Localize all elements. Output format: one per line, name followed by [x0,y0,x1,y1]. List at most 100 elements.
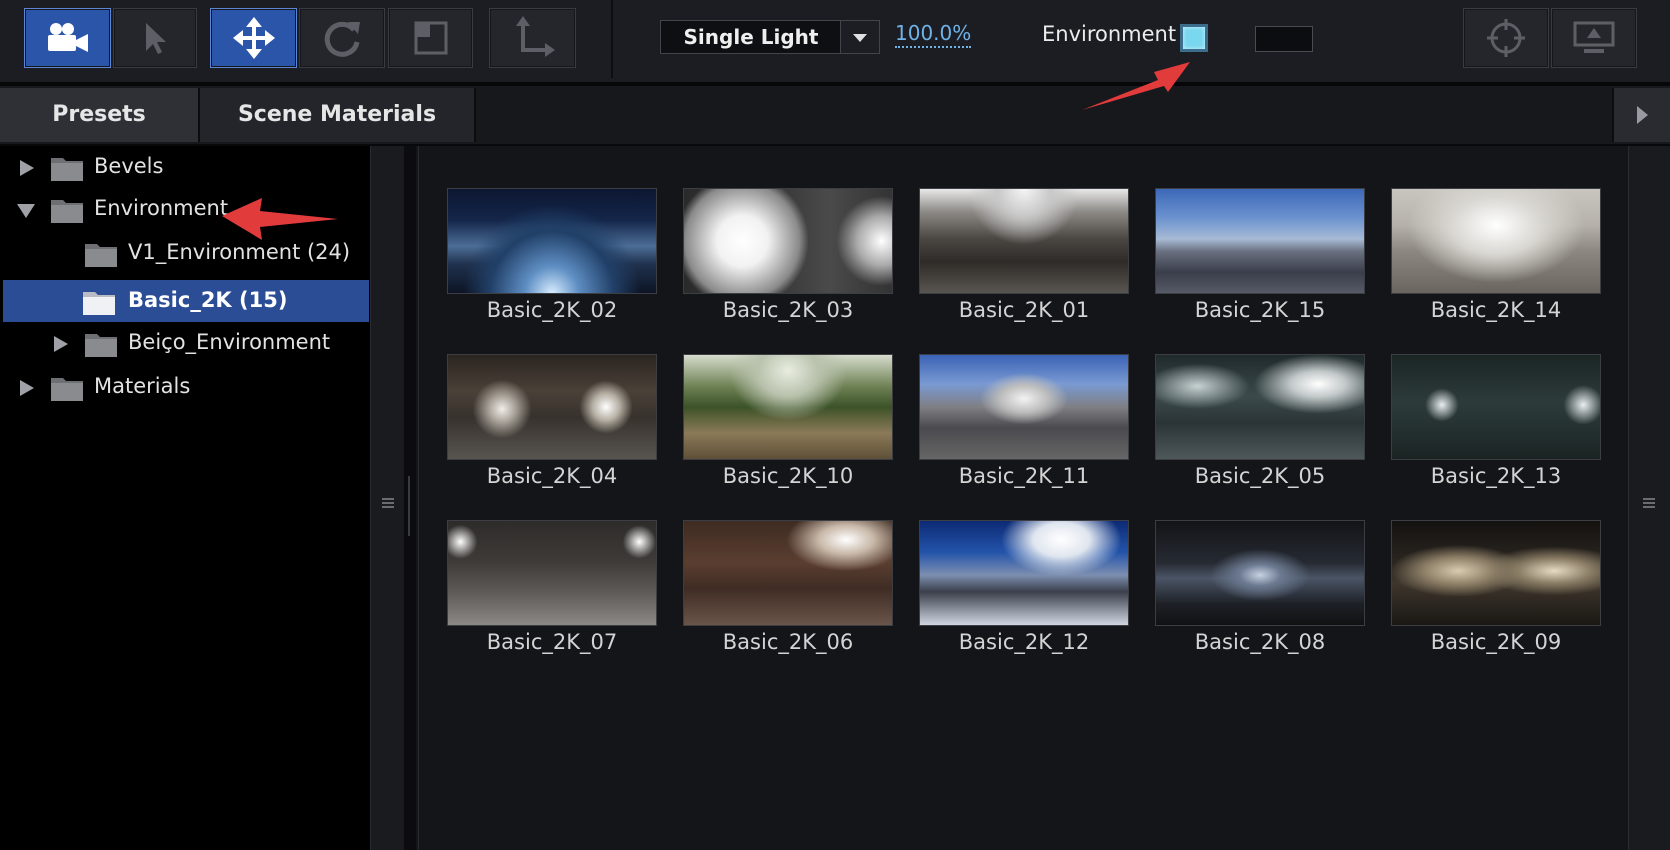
tree-scrollbar[interactable] [370,146,405,850]
environment-preview-image [447,354,657,460]
lighting-mode-value: Single Light [683,25,819,49]
toolbar: Single Light 100.0% Environment [0,0,1670,86]
thumbnail-label: Basic_2K_03 [722,298,854,322]
thumbnail-label: Basic_2K_01 [958,298,1090,322]
preset-thumbnail-grid: Basic_2K_02 Basic_2K_03 Basic_2K_01 Basi… [418,146,1629,850]
grid-scrollbar[interactable] [1628,146,1670,850]
thumbnail-label: Basic_2K_10 [722,464,854,488]
chevron-down-icon[interactable] [840,21,879,53]
thumbnail-label: Basic_2K_05 [1194,464,1326,488]
preset-thumbnail[interactable]: Basic_2K_01 [919,188,1129,322]
environment-preview-image [683,188,893,294]
folder-icon [85,244,117,267]
scale-box-icon [414,21,447,55]
expand-arrow-icon[interactable] [18,159,36,177]
folder-icon [85,334,117,357]
tree-item-basic-2k[interactable]: Basic_2K (15) [3,280,369,322]
annotation-arrow-icon [1082,62,1190,110]
thumbnail-label: Basic_2K_07 [486,630,618,654]
tab-presets[interactable]: Presets [0,88,200,142]
rotate-tool-button[interactable] [299,8,385,68]
scale-tool-button[interactable] [388,8,473,68]
annotation-arrow-icon [222,198,338,240]
environment-preview-image [1155,188,1365,294]
grip-icon [382,498,394,508]
crosshair-icon [1487,19,1525,57]
folder-icon [51,378,83,401]
lighting-mode-dropdown[interactable]: Single Light [660,20,880,54]
tree-item-label: Environment [94,196,229,220]
chevron-right-icon [1637,106,1648,124]
folder-icon [51,158,83,181]
environment-preview-image [1391,520,1601,626]
panel-splitter[interactable] [404,146,416,850]
environment-label: Environment [1042,22,1177,46]
preset-thumbnail[interactable]: Basic_2K_05 [1155,354,1365,488]
preset-thumbnail[interactable]: Basic_2K_08 [1155,520,1365,654]
preset-thumbnail[interactable]: Basic_2K_02 [447,188,657,322]
axis-tool-button[interactable] [489,8,576,68]
panel-tabs: Presets Scene Materials [0,86,1670,146]
preset-thumbnail[interactable]: Basic_2K_07 [447,520,657,654]
thumbnail-label: Basic_2K_14 [1430,298,1562,322]
folder-open-icon [83,292,115,315]
preset-thumbnail[interactable]: Basic_2K_03 [683,188,893,322]
environment-preview-image [919,188,1129,294]
rotate-icon [324,21,360,57]
environment-preview-image [919,354,1129,460]
environment-preview-image [919,520,1129,626]
thumbnail-label: Basic_2K_04 [486,464,618,488]
target-button[interactable] [1463,8,1549,68]
environment-preview-image [1391,188,1601,294]
move-arrows-icon [232,17,275,59]
folder-icon [51,200,83,223]
preset-thumbnail[interactable]: Basic_2K_15 [1155,188,1365,322]
environment-preview-image [1155,520,1365,626]
tree-item-label: Materials [94,374,191,398]
camera-tool-button[interactable] [24,8,111,68]
monitor-icon [1573,21,1615,53]
tree-item-label: Beiço_Environment [128,330,331,354]
background-color-swatch[interactable] [1255,26,1313,52]
select-tool-button[interactable] [113,8,197,68]
expand-arrow-icon[interactable] [52,335,70,353]
thumbnail-label: Basic_2K_09 [1430,630,1562,654]
thumbnail-label: Basic_2K_06 [722,630,854,654]
environment-preview-image [683,354,893,460]
expand-arrow-icon[interactable] [18,379,36,397]
tree-item-materials[interactable]: Materials [0,366,370,408]
tree-item-label: Basic_2K (15) [128,288,288,312]
environment-preview-image [683,520,893,626]
environment-preview-image [1391,354,1601,460]
folder-tree: Bevels Environment V1_Environment (24) B… [0,146,370,850]
tree-item-label: Bevels [94,154,164,178]
pointer-arrow-icon [146,23,166,54]
grip-icon [1643,498,1655,508]
tree-item-beico-environment[interactable]: Beiço_Environment [0,322,370,364]
environment-preview-image [447,520,657,626]
thumbnail-label: Basic_2K_08 [1194,630,1326,654]
tree-item-bevels[interactable]: Bevels [0,146,370,188]
light-intensity-value[interactable]: 100.0% [895,20,972,48]
video-camera-icon [47,23,88,52]
preset-thumbnail[interactable]: Basic_2K_09 [1391,520,1601,654]
tab-scroll-right-button[interactable] [1612,88,1670,142]
preset-thumbnail[interactable]: Basic_2K_12 [919,520,1129,654]
collapse-arrow-icon[interactable] [16,201,36,219]
preset-thumbnail[interactable]: Basic_2K_11 [919,354,1129,488]
preset-thumbnail[interactable]: Basic_2K_04 [447,354,657,488]
preset-thumbnail[interactable]: Basic_2K_10 [683,354,893,488]
axis-arrows-icon [515,16,555,57]
environment-toggle[interactable] [1180,24,1208,52]
thumbnail-label: Basic_2K_12 [958,630,1090,654]
environment-preview-image [447,188,657,294]
thumbnail-label: Basic_2K_02 [486,298,618,322]
thumbnail-label: Basic_2K_15 [1194,298,1326,322]
preset-thumbnail[interactable]: Basic_2K_13 [1391,354,1601,488]
environment-preview-image [1155,354,1365,460]
preset-thumbnail[interactable]: Basic_2K_06 [683,520,893,654]
move-tool-button[interactable] [210,8,297,68]
display-button[interactable] [1551,8,1637,68]
tab-scene-materials[interactable]: Scene Materials [200,88,476,142]
preset-thumbnail[interactable]: Basic_2K_14 [1391,188,1601,322]
